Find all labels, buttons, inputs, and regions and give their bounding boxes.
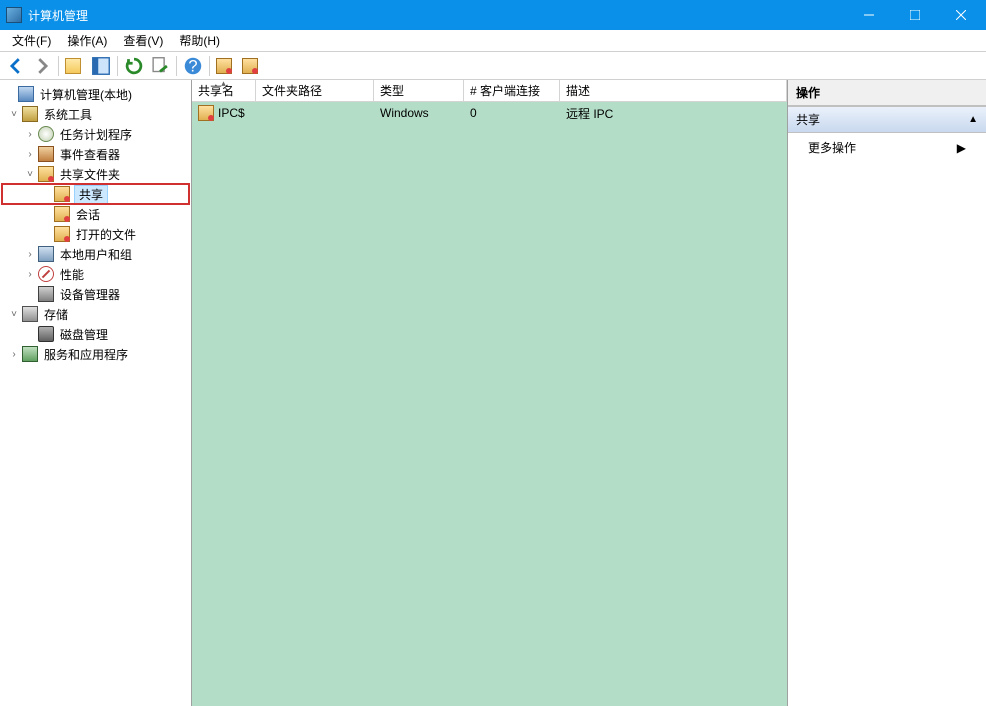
tree-device-manager[interactable]: 设备管理器 [2, 284, 189, 304]
share-wizard-button[interactable] [240, 54, 264, 78]
tree-root[interactable]: 计算机管理(本地) [2, 84, 189, 104]
open-files-icon [54, 226, 70, 242]
tree-sessions[interactable]: 会话 [2, 204, 189, 224]
svg-text:?: ? [188, 57, 197, 75]
chevron-down-icon[interactable]: ˅ [22, 166, 38, 182]
col-folder-path[interactable]: 文件夹路径 [256, 80, 374, 101]
tree-services-apps[interactable]: › 服务和应用程序 [2, 344, 189, 364]
help-button[interactable]: ? [181, 54, 205, 78]
tree-system-tools[interactable]: ˅ 系统工具 [2, 104, 189, 124]
collapse-icon: ▲ [968, 114, 978, 125]
computer-icon [18, 86, 34, 102]
tree-local-users[interactable]: › 本地用户和组 [2, 244, 189, 264]
tree-task-scheduler[interactable]: › 任务计划程序 [2, 124, 189, 144]
services-icon [22, 346, 38, 362]
cell-clients: 0 [464, 106, 560, 120]
performance-icon [38, 266, 54, 282]
menu-help[interactable]: 帮助(H) [171, 30, 228, 51]
show-hide-button[interactable] [89, 54, 113, 78]
tools-icon [22, 106, 38, 122]
titlebar: 计算机管理 [0, 0, 986, 30]
toolbar-separator [176, 56, 177, 76]
action-pane: 操作 共享 ▲ 更多操作 ▶ [788, 80, 986, 706]
maximize-button[interactable] [892, 0, 938, 30]
back-button[interactable] [4, 54, 28, 78]
col-client-conn[interactable]: # 客户端连接 [464, 80, 560, 101]
col-type[interactable]: 类型 [374, 80, 464, 101]
list-header: 共享名 文件夹路径 类型 # 客户端连接 描述 [192, 80, 787, 102]
window-title: 计算机管理 [28, 7, 846, 24]
main-area: 计算机管理(本地) ˅ 系统工具 › 任务计划程序 › 事件查看器 ˅ 共享文件… [0, 80, 986, 706]
action-header: 操作 [788, 80, 986, 106]
menu-view[interactable]: 查看(V) [115, 30, 171, 51]
up-button[interactable] [63, 54, 87, 78]
tree-disk-mgmt[interactable]: 磁盘管理 [2, 324, 189, 344]
list-body[interactable]: IPC$ Windows 0 远程 IPC [192, 102, 787, 706]
action-more[interactable]: 更多操作 ▶ [788, 133, 986, 162]
export-button[interactable] [148, 54, 172, 78]
cell-desc: 远程 IPC [560, 105, 787, 122]
menubar: 文件(F) 操作(A) 查看(V) 帮助(H) [0, 30, 986, 52]
tree-open-files[interactable]: 打开的文件 [2, 224, 189, 244]
list-row[interactable]: IPC$ Windows 0 远程 IPC [192, 102, 787, 124]
chevron-right-icon: ▶ [957, 141, 966, 155]
chevron-down-icon[interactable]: ˅ [6, 306, 22, 322]
tree-shares[interactable]: 共享 [2, 184, 189, 204]
menu-file[interactable]: 文件(F) [4, 30, 59, 51]
tree-pane[interactable]: 计算机管理(本地) ˅ 系统工具 › 任务计划程序 › 事件查看器 ˅ 共享文件… [0, 80, 192, 706]
refresh-button[interactable] [122, 54, 146, 78]
chevron-right-icon[interactable]: › [22, 146, 38, 162]
sessions-icon [54, 206, 70, 222]
toolbar-separator [117, 56, 118, 76]
share-icon [198, 105, 214, 121]
tree-shared-folders[interactable]: ˅ 共享文件夹 [2, 164, 189, 184]
cell-share-name: IPC$ [192, 105, 256, 121]
close-button[interactable] [938, 0, 984, 30]
cell-type: Windows [374, 106, 464, 120]
col-description[interactable]: 描述 [560, 80, 787, 101]
col-share-name[interactable]: 共享名 [192, 80, 256, 101]
users-icon [38, 246, 54, 262]
menu-action[interactable]: 操作(A) [59, 30, 115, 51]
shared-folder-icon [38, 166, 54, 182]
action-section-shares[interactable]: 共享 ▲ [788, 106, 986, 133]
forward-button[interactable] [30, 54, 54, 78]
chevron-right-icon[interactable]: › [22, 246, 38, 262]
list-pane: 共享名 文件夹路径 类型 # 客户端连接 描述 IPC$ Windows 0 远… [192, 80, 788, 706]
tree-event-viewer[interactable]: › 事件查看器 [2, 144, 189, 164]
tree-performance[interactable]: › 性能 [2, 264, 189, 284]
minimize-button[interactable] [846, 0, 892, 30]
event-icon [38, 146, 54, 162]
device-icon [38, 286, 54, 302]
chevron-right-icon[interactable]: › [6, 346, 22, 362]
new-share-button[interactable] [214, 54, 238, 78]
tree-storage[interactable]: ˅ 存储 [2, 304, 189, 324]
shares-icon [54, 186, 70, 202]
chevron-right-icon[interactable]: › [22, 126, 38, 142]
clock-icon [38, 126, 54, 142]
toolbar-separator [209, 56, 210, 76]
chevron-right-icon[interactable]: › [22, 266, 38, 282]
toolbar-separator [58, 56, 59, 76]
toolbar: ? [0, 52, 986, 80]
disk-icon [38, 326, 54, 342]
storage-icon [22, 306, 38, 322]
app-icon [6, 7, 22, 23]
chevron-down-icon[interactable]: ˅ [6, 106, 22, 122]
